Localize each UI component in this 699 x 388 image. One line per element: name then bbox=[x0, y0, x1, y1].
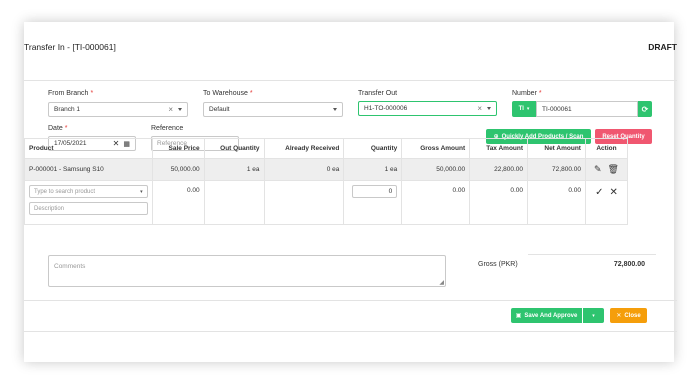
trash-icon[interactable]: 🗑 bbox=[608, 164, 619, 175]
close-icon[interactable]: ✕ bbox=[609, 187, 617, 198]
to-warehouse-label: To Warehouse * bbox=[203, 90, 253, 97]
quantity-cell: 1 ea bbox=[343, 158, 403, 181]
col-product: Product bbox=[24, 138, 153, 159]
clear-icon[interactable]: × bbox=[168, 105, 173, 114]
refresh-icon: ⟳ bbox=[641, 104, 649, 114]
number-label: Number * bbox=[512, 90, 542, 97]
confirm-icon[interactable]: ✓ bbox=[595, 187, 603, 198]
divider bbox=[24, 80, 677, 81]
sale-price-cell: 50,000.00 bbox=[151, 158, 205, 181]
divider bbox=[24, 300, 677, 301]
gross-value: 72,800.00 bbox=[613, 261, 645, 268]
chevron-down-icon: ▾ bbox=[592, 312, 595, 319]
description-input[interactable]: Description bbox=[29, 202, 148, 215]
reference-label: Reference bbox=[151, 125, 184, 132]
chevron-down-icon bbox=[178, 108, 182, 111]
action-cell: ✎ 🗑 bbox=[584, 158, 629, 181]
number-input[interactable]: TI-000061 bbox=[536, 101, 638, 117]
save-options-dropdown[interactable]: ▾ bbox=[583, 308, 604, 323]
chevron-down-icon: ▾ bbox=[140, 188, 143, 195]
gross-amount-cell: 50,000.00 bbox=[401, 158, 471, 181]
products-table: Product Sale Price Out Quantity Already … bbox=[24, 138, 629, 225]
from-branch-label: From Branch * bbox=[48, 90, 94, 97]
table-header-row: Product Sale Price Out Quantity Already … bbox=[24, 138, 629, 159]
chevron-down-icon: ▾ bbox=[526, 106, 530, 112]
out-quantity-cell: 1 ea bbox=[203, 158, 265, 181]
col-sale-price: Sale Price bbox=[151, 138, 205, 159]
refresh-number-button[interactable]: ⟳ bbox=[638, 101, 652, 117]
quantity-input[interactable]: 0 bbox=[352, 185, 398, 198]
divider bbox=[528, 254, 656, 255]
save-and-approve-button[interactable]: ▣ Save And Approve bbox=[511, 308, 582, 323]
to-warehouse-select[interactable]: Default bbox=[203, 102, 343, 117]
clear-icon[interactable]: × bbox=[477, 104, 482, 113]
transfer-out-select[interactable]: H1-TO-000006 × bbox=[358, 101, 497, 116]
col-out-quantity: Out Quantity bbox=[203, 138, 265, 159]
tax-amount-cell: 22,800.00 bbox=[469, 158, 529, 181]
close-icon: ✕ bbox=[616, 313, 622, 319]
edit-icon[interactable]: ✎ bbox=[594, 164, 602, 175]
entry-gross-amount: 0.00 bbox=[401, 180, 471, 225]
table-row: P-000001 - Samsung S10 50,000.00 1 ea 0 … bbox=[24, 158, 629, 181]
new-entry-row: Type to search product ▾ Description 0.0… bbox=[24, 180, 629, 225]
save-icon: ▣ bbox=[515, 313, 522, 319]
col-already-received: Already Received bbox=[263, 138, 345, 159]
divider bbox=[24, 331, 677, 332]
transfer-out-label: Transfer Out bbox=[358, 90, 398, 97]
chevron-down-icon bbox=[487, 107, 491, 110]
date-label: Date * bbox=[48, 125, 68, 132]
entry-net-amount: 0.00 bbox=[527, 180, 586, 225]
status-badge: DRAFT bbox=[648, 42, 677, 52]
gross-label: Gross (PKR) bbox=[478, 261, 518, 268]
entry-sale-price: 0.00 bbox=[151, 180, 205, 225]
col-gross-amount: Gross Amount bbox=[401, 138, 471, 159]
entry-tax-amount: 0.00 bbox=[469, 180, 529, 225]
product-cell: P-000001 - Samsung S10 bbox=[24, 158, 153, 181]
already-received-cell: 0 ea bbox=[263, 158, 345, 181]
product-search-input[interactable]: Type to search product ▾ bbox=[29, 185, 148, 198]
from-branch-select[interactable]: Branch 1 × bbox=[48, 102, 188, 117]
close-button[interactable]: ✕ Close bbox=[610, 308, 647, 323]
header: Transfer In - [TI-000061] DRAFT bbox=[24, 42, 677, 52]
col-tax-amount: Tax Amount bbox=[469, 138, 529, 159]
col-net-amount: Net Amount bbox=[527, 138, 586, 159]
chevron-down-icon bbox=[333, 108, 337, 111]
resize-handle-icon[interactable]: ◢ bbox=[439, 279, 444, 286]
col-quantity: Quantity bbox=[343, 138, 403, 159]
number-prefix-dropdown[interactable]: TI ▾ bbox=[512, 101, 536, 117]
page-title: Transfer In - [TI-000061] bbox=[24, 42, 116, 52]
comments-textarea[interactable]: Comments ◢ bbox=[48, 255, 446, 287]
net-amount-cell: 72,800.00 bbox=[527, 158, 586, 181]
col-action: Action bbox=[584, 138, 629, 159]
